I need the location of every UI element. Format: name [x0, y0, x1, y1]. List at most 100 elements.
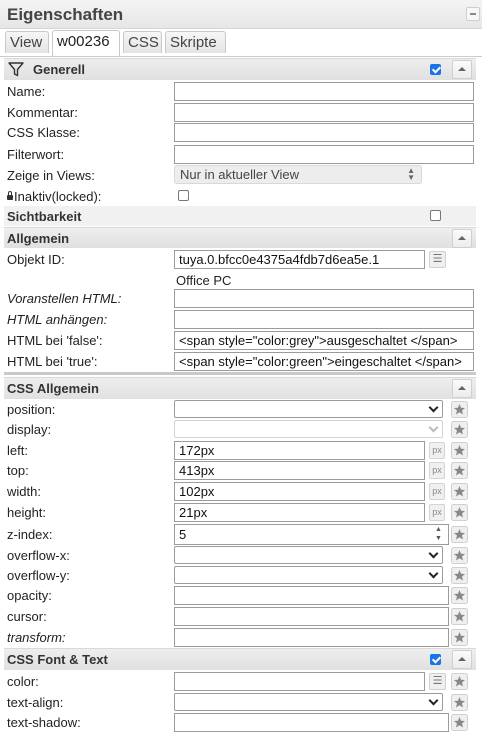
objekt-id-input[interactable]: tuya.0.bfcc0e4375a4fdb7d6ea5e.1: [174, 250, 425, 269]
name-input[interactable]: [174, 82, 474, 101]
section-title: Generell: [33, 62, 86, 77]
html-false-label: HTML bei 'false':: [7, 333, 103, 348]
transform-input[interactable]: [174, 628, 449, 647]
panel-header: Eigenschaften: [0, 0, 482, 29]
html-true-label: HTML bei 'true':: [7, 354, 98, 369]
overflow-y-select[interactable]: [174, 566, 443, 584]
section-generell[interactable]: Generell: [4, 58, 476, 80]
text-align-label: text-align:: [7, 695, 64, 710]
sichtbarkeit-checkbox[interactable]: [430, 210, 441, 221]
object-name-text: Office PC: [176, 273, 232, 288]
transform-label: transform:: [7, 630, 66, 645]
overflow-y-label: overflow-y:: [7, 568, 70, 583]
z-index-input[interactable]: 5: [174, 524, 449, 545]
left-label: left:: [7, 443, 28, 458]
filterwort-label: Filterwort:: [7, 147, 65, 162]
views-select[interactable]: Nur in aktueller View ▲ ▼: [174, 165, 422, 184]
kommentar-label: Kommentar:: [7, 105, 78, 120]
star-icon[interactable]: [451, 694, 468, 711]
views-select-value: Nur in aktueller View: [180, 167, 299, 182]
display-select[interactable]: [174, 420, 443, 438]
opacity-input[interactable]: [174, 586, 449, 605]
section-allgemein[interactable]: Allgemein: [4, 227, 476, 248]
kommentar-input[interactable]: [174, 103, 474, 122]
collapse-icon[interactable]: [452, 379, 472, 398]
height-label: height:: [7, 505, 47, 520]
overflow-x-select[interactable]: [174, 546, 443, 564]
tab-view[interactable]: View: [5, 31, 49, 53]
left-input[interactable]: 172px: [174, 441, 425, 460]
resize-divider[interactable]: [4, 372, 476, 375]
color-picker-icon[interactable]: ☰: [429, 673, 446, 690]
unit-toggle[interactable]: px: [429, 442, 445, 459]
section-title: Allgemein: [7, 231, 70, 246]
filter-icon: [8, 62, 24, 77]
tab-widget[interactable]: w00236: [52, 30, 120, 56]
voranstellen-html-input[interactable]: [174, 289, 474, 308]
star-icon[interactable]: [451, 567, 468, 584]
list-icon[interactable]: ☰: [429, 251, 446, 268]
star-icon[interactable]: [451, 608, 468, 625]
star-icon[interactable]: [451, 462, 468, 479]
text-shadow-input[interactable]: [174, 713, 449, 732]
star-icon[interactable]: [451, 714, 468, 731]
star-icon[interactable]: [451, 526, 468, 543]
text-align-select[interactable]: [174, 693, 443, 711]
star-icon[interactable]: [451, 504, 468, 521]
html-anhaengen-input[interactable]: [174, 310, 474, 329]
display-label: display:: [7, 422, 52, 437]
star-icon[interactable]: [451, 587, 468, 604]
css-klasse-label: CSS Klasse:: [7, 125, 80, 140]
width-input[interactable]: 102px: [174, 482, 425, 501]
width-label: width:: [7, 484, 41, 499]
html-true-input[interactable]: <span style="color:green">eingeschaltet …: [174, 352, 474, 371]
section-title: CSS Allgemein: [7, 381, 99, 396]
select-arrows-icon: ▲ ▼: [407, 166, 415, 182]
top-label: top:: [7, 463, 29, 478]
tab-bar: View w00236 CSS Skripte: [0, 28, 482, 57]
name-label: Name:: [7, 84, 46, 99]
star-icon[interactable]: [451, 483, 468, 500]
cursor-label: cursor:: [7, 609, 47, 624]
collapse-icon[interactable]: [452, 229, 472, 248]
collapse-icon[interactable]: [452, 60, 472, 79]
section-title: CSS Font & Text: [7, 652, 108, 667]
generell-checkbox[interactable]: [430, 64, 441, 75]
html-anhaengen-label: HTML anhängen:: [7, 312, 108, 327]
zeige-in-views-label: Zeige in Views:: [7, 168, 95, 183]
tab-css[interactable]: CSS: [123, 31, 162, 53]
css-font-text-checkbox[interactable]: [430, 654, 441, 665]
height-input[interactable]: 21px: [174, 503, 425, 522]
color-input[interactable]: [174, 672, 425, 691]
unit-toggle[interactable]: px: [429, 504, 445, 521]
collapse-icon[interactable]: [452, 650, 472, 669]
star-icon[interactable]: [451, 421, 468, 438]
top-input[interactable]: 413px: [174, 461, 425, 480]
section-sichtbarkeit[interactable]: Sichtbarkeit: [4, 206, 476, 226]
section-title: Sichtbarkeit: [7, 209, 82, 224]
star-icon[interactable]: [451, 629, 468, 646]
inaktiv-label: Inaktiv(locked):: [14, 189, 102, 204]
inaktiv-checkbox[interactable]: [178, 190, 189, 201]
objekt-id-label: Objekt ID:: [7, 252, 65, 267]
html-false-input[interactable]: <span style="color:grey">ausgeschaltet <…: [174, 331, 474, 350]
unit-toggle[interactable]: px: [429, 462, 445, 479]
css-klasse-input[interactable]: [174, 123, 474, 142]
star-icon[interactable]: [451, 442, 468, 459]
position-label: position:: [7, 402, 56, 417]
overflow-x-label: overflow-x:: [7, 548, 70, 563]
section-css-allgemein[interactable]: CSS Allgemein: [4, 377, 476, 399]
inaktiv-row: Inaktiv(locked):: [7, 189, 101, 204]
star-icon[interactable]: [451, 547, 468, 564]
minimize-icon[interactable]: [466, 7, 480, 21]
opacity-label: opacity:: [7, 588, 52, 603]
filterwort-input[interactable]: [174, 145, 474, 164]
stepper-icon[interactable]: ▲ ▼: [432, 525, 445, 544]
unit-toggle[interactable]: px: [429, 483, 445, 500]
section-css-font-text[interactable]: CSS Font & Text: [4, 648, 476, 670]
tab-skripte[interactable]: Skripte: [165, 31, 226, 53]
cursor-input[interactable]: [174, 607, 449, 626]
star-icon[interactable]: [451, 401, 468, 418]
position-select[interactable]: [174, 400, 443, 418]
star-icon[interactable]: [451, 673, 468, 690]
